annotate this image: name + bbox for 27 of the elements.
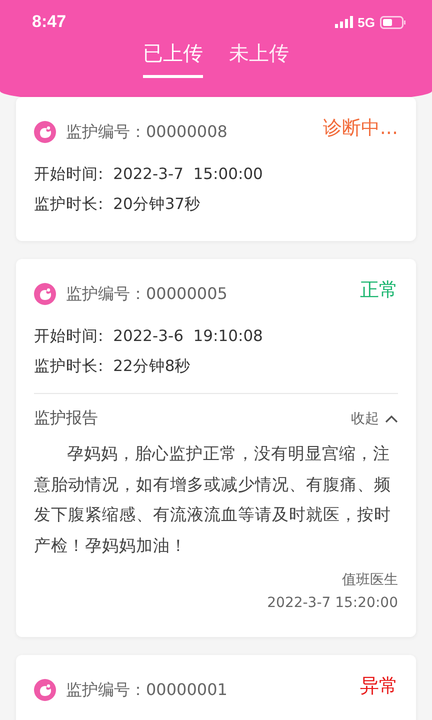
- record-field: 开始时间: 2022-3-7 15:00:00: [34, 159, 398, 189]
- record-card[interactable]: 监护编号：00000008 诊断中... 开始时间: 2022-3-7 15:00:00 监护时长: 20分钟37秒: [16, 97, 416, 241]
- collapse-toggle[interactable]: 收起: [351, 410, 398, 428]
- doctor-name: 值班医生: [341, 571, 398, 590]
- network-label: 5G: [358, 14, 375, 30]
- battery-icon: [380, 16, 406, 28]
- report-text: 孕妈妈，胎心监护正常，没有明显宫缩，注意胎动情况，如有增多或减少情况、有腹痛、频发下腹紧缩感、有流液流血等请及时就医，按时产检！孕妈妈加油！: [34, 443, 392, 556]
- record-field: 监护时长: 22分钟8秒: [34, 351, 398, 381]
- record-number: 监护编号：00000005: [66, 284, 228, 304]
- record-field: 监护时长: 20分钟37秒: [34, 189, 398, 219]
- record-card[interactable]: 监护编号：00000005 正常 开始时间: 2022-3-6 19:10:08 监护时长: 22分钟8秒 监护报告 收起 孕妈妈，胎心监护正常，没有明显宫缩，注意胎动情况，如有增多或减少情况、有腹痛、频发下腹紧缩感、有流液流血等请及时就医，按时产检！孕妈妈加油！ 值班医生 2022-3-7 15:20:00: [16, 259, 416, 637]
- record-status: 诊断中...: [322, 116, 398, 141]
- record-card[interactable]: 监护编号：00000001 异常: [16, 655, 416, 720]
- baby-logo-icon: [34, 679, 56, 701]
- report-time: 2022-3-7 15:20:00: [266, 594, 398, 613]
- record-status: 正常: [360, 278, 398, 303]
- record-status: 异常: [360, 674, 398, 699]
- status-time: 8:47: [32, 12, 66, 32]
- tab[interactable]: 已上传: [143, 40, 203, 78]
- record-number: 监护编号：00000008: [66, 122, 228, 142]
- baby-logo-icon: [34, 283, 56, 305]
- report-title: 监护报告: [34, 408, 98, 429]
- record-number: 监护编号：00000001: [66, 680, 228, 700]
- record-field: 开始时间: 2022-3-6 19:10:08: [34, 321, 398, 351]
- signal-icon: [334, 16, 353, 28]
- baby-logo-icon: [34, 121, 56, 143]
- chevron-icon: [385, 414, 398, 422]
